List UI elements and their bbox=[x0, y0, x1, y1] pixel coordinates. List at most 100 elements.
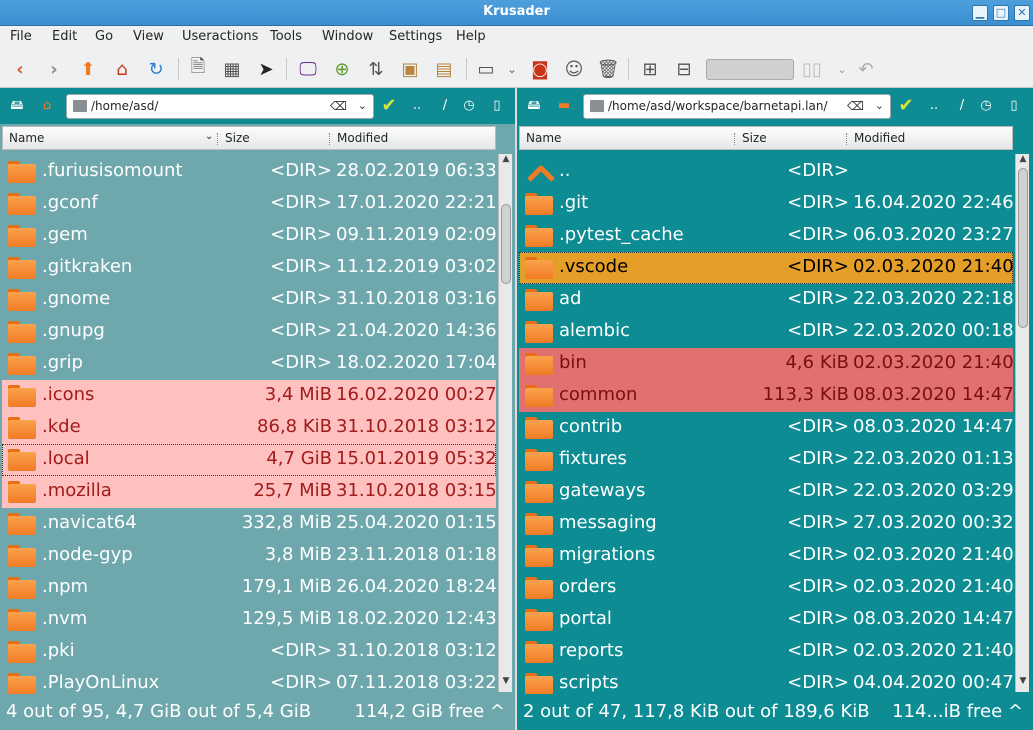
history-icon[interactable]: ◷ bbox=[977, 97, 995, 115]
file-row[interactable]: .git <DIR> 16.04.2020 22:46 bbox=[519, 188, 1014, 220]
file-row[interactable]: .gconf <DIR> 17.01.2020 22:21 bbox=[2, 188, 497, 220]
file-row[interactable]: migrations <DIR> 02.03.2020 21:40 bbox=[519, 540, 1014, 572]
menu-view[interactable]: View bbox=[133, 29, 164, 44]
scroll-up-icon[interactable]: ▲ bbox=[1016, 154, 1030, 168]
right-folder-icon[interactable]: ▬ bbox=[555, 97, 573, 115]
user-icon[interactable]: ☺ bbox=[562, 57, 586, 81]
menu-tools[interactable]: Tools bbox=[270, 29, 302, 44]
file-row[interactable]: .pytest_cache <DIR> 06.03.2020 23:27 bbox=[519, 220, 1014, 252]
select-minus-icon[interactable]: ⊟ bbox=[672, 57, 696, 81]
minimize-button[interactable]: ▁ bbox=[972, 5, 988, 21]
file-row[interactable]: .gnupg <DIR> 21.04.2020 14:36 bbox=[2, 316, 497, 348]
file-row[interactable]: reports <DIR> 02.03.2020 21:40 bbox=[519, 636, 1014, 668]
left-scrollbar[interactable]: ▲ ▼ bbox=[498, 154, 512, 692]
root-dir-button[interactable]: / bbox=[953, 97, 971, 115]
bookmark-icon[interactable]: ▯ bbox=[1005, 97, 1023, 115]
file-row[interactable]: .node-gyp 3,8 MiB 23.11.2018 01:18 bbox=[2, 540, 497, 572]
file-row[interactable]: .navicat64 332,8 MiB 25.04.2020 01:15 bbox=[2, 508, 497, 540]
trash-icon[interactable]: 🗑 bbox=[596, 57, 620, 81]
pointer-icon[interactable]: ➤ bbox=[254, 57, 278, 81]
left-free-space[interactable]: 114,2 GiB free ^ bbox=[354, 701, 505, 722]
root-dir-button[interactable]: / bbox=[436, 97, 454, 115]
column-size[interactable]: Size bbox=[225, 131, 250, 145]
menu-useractions[interactable]: Useractions bbox=[182, 29, 258, 44]
scroll-thumb[interactable] bbox=[501, 204, 511, 284]
file-row[interactable]: portal <DIR> 08.03.2020 14:47 bbox=[519, 604, 1014, 636]
file-row[interactable]: .PlayOnLinux <DIR> 07.11.2018 03:22 bbox=[2, 668, 497, 694]
reload-icon[interactable]: ↻ bbox=[144, 57, 168, 81]
file-row[interactable]: .vscode <DIR> 02.03.2020 21:40 bbox=[519, 252, 1014, 284]
select-plus-icon[interactable]: ⊞ bbox=[638, 57, 662, 81]
file-row[interactable]: .gem <DIR> 09.11.2019 02:09 bbox=[2, 220, 497, 252]
column-name[interactable]: Name bbox=[526, 131, 561, 145]
back-icon[interactable]: ‹ bbox=[8, 57, 32, 81]
home-icon[interactable]: ⌂ bbox=[110, 57, 134, 81]
file-row[interactable]: .kde 86,8 KiB 31.10.2018 03:12 bbox=[2, 412, 497, 444]
parent-dir-button[interactable]: .. bbox=[408, 97, 426, 115]
qr-code-icon[interactable]: ▦ bbox=[220, 57, 244, 81]
forward-icon[interactable]: › bbox=[42, 57, 66, 81]
file-row[interactable]: orders <DIR> 02.03.2020 21:40 bbox=[519, 572, 1014, 604]
right-free-space[interactable]: 114...iB free ^ bbox=[892, 701, 1023, 722]
monitor-icon[interactable]: 🖵 bbox=[296, 57, 320, 81]
archive-icon[interactable]: ▣ bbox=[398, 57, 422, 81]
bookmark-icon[interactable]: ▯ bbox=[488, 97, 506, 115]
close-button[interactable]: ✕ bbox=[1014, 5, 1030, 21]
pack-icon[interactable]: ▤ bbox=[432, 57, 456, 81]
left-disk-icon[interactable]: 🖴 bbox=[8, 97, 26, 115]
sync-icon[interactable]: ⇅ bbox=[364, 57, 388, 81]
menu-file[interactable]: File bbox=[10, 29, 32, 44]
scroll-up-icon[interactable]: ▲ bbox=[499, 154, 513, 168]
camera-icon[interactable]: ◙ bbox=[528, 57, 552, 81]
file-row[interactable]: .. <DIR> bbox=[519, 156, 1013, 188]
scroll-down-icon[interactable]: ▼ bbox=[499, 676, 513, 690]
file-row[interactable]: fixtures <DIR> 22.03.2020 01:13 bbox=[519, 444, 1014, 476]
clear-icon[interactable]: ⌫ bbox=[847, 99, 864, 113]
checkmark-icon[interactable]: ✔ bbox=[897, 97, 915, 115]
left-path-input[interactable]: /home/asd/ ⌫ ⌄ bbox=[66, 94, 374, 119]
menu-settings[interactable]: Settings bbox=[389, 29, 442, 44]
maximize-button[interactable]: □ bbox=[993, 5, 1009, 21]
file-row[interactable]: .gitkraken <DIR> 11.12.2019 03:02 bbox=[2, 252, 497, 284]
mount-dropdown-icon[interactable]: ⌄ bbox=[500, 57, 524, 81]
file-row[interactable]: alembic <DIR> 22.03.2020 00:18 bbox=[519, 316, 1014, 348]
menu-edit[interactable]: Edit bbox=[52, 29, 77, 44]
mount-icon[interactable]: ▭ bbox=[474, 57, 498, 81]
right-disk-icon[interactable]: 🖴 bbox=[525, 97, 543, 115]
parent-dir-button[interactable]: .. bbox=[925, 97, 943, 115]
file-row[interactable]: .mozilla 25,7 MiB 31.10.2018 03:15 bbox=[2, 476, 497, 508]
column-name[interactable]: Name bbox=[9, 131, 44, 145]
quick-filter-field[interactable] bbox=[706, 59, 794, 80]
clear-icon[interactable]: ⌫ bbox=[330, 99, 347, 113]
column-modified[interactable]: Modified bbox=[337, 131, 388, 145]
file-row[interactable]: .npm 179,1 MiB 26.04.2020 18:24 bbox=[2, 572, 497, 604]
left-home-folder-icon[interactable]: ⌂ bbox=[38, 97, 56, 115]
file-row[interactable]: ad <DIR> 22.03.2020 22:18 bbox=[519, 284, 1014, 316]
file-row[interactable]: bin 4,6 KiB 02.03.2020 21:40 bbox=[519, 348, 1014, 380]
history-icon[interactable]: ◷ bbox=[460, 97, 478, 115]
new-file-icon[interactable]: ⊕ bbox=[330, 57, 354, 81]
new-document-icon[interactable]: 🗎 bbox=[186, 56, 210, 81]
scroll-thumb[interactable] bbox=[1018, 168, 1028, 328]
file-row[interactable]: messaging <DIR> 27.03.2020 00:32 bbox=[519, 508, 1014, 540]
menu-window[interactable]: Window bbox=[322, 29, 373, 44]
file-row[interactable]: gateways <DIR> 22.03.2020 03:29 bbox=[519, 476, 1014, 508]
menu-go[interactable]: Go bbox=[95, 29, 113, 44]
right-path-input[interactable]: /home/asd/workspace/barnetapi.lan/ ⌫ ⌄ bbox=[583, 94, 891, 119]
checkmark-icon[interactable]: ✔ bbox=[380, 97, 398, 115]
column-modified[interactable]: Modified bbox=[854, 131, 905, 145]
split-view-icon[interactable]: ▯▯ bbox=[800, 57, 824, 81]
file-row[interactable]: .furiusisomount <DIR> 28.02.2019 06:33 bbox=[2, 156, 497, 188]
chevron-down-icon[interactable]: ⌄ bbox=[875, 99, 884, 112]
right-scrollbar[interactable]: ▲ ▼ bbox=[1015, 154, 1029, 692]
file-row[interactable]: .pki <DIR> 31.10.2018 03:12 bbox=[2, 636, 497, 668]
file-row[interactable]: common 113,3 KiB 08.03.2020 14:47 bbox=[519, 380, 1014, 412]
file-row[interactable]: scripts <DIR> 04.04.2020 00:47 bbox=[519, 668, 1014, 694]
chevron-down-icon[interactable]: ⌄ bbox=[358, 99, 367, 112]
column-size[interactable]: Size bbox=[742, 131, 767, 145]
view-dropdown-icon[interactable]: ⌄ bbox=[830, 57, 854, 81]
undo-icon[interactable]: ↶ bbox=[854, 57, 878, 81]
file-row[interactable]: .nvm 129,5 MiB 18.02.2020 12:43 bbox=[2, 604, 497, 636]
file-row[interactable]: .grip <DIR> 18.02.2020 17:04 bbox=[2, 348, 497, 380]
file-row[interactable]: .local 4,7 GiB 15.01.2019 05:32 bbox=[2, 444, 497, 476]
